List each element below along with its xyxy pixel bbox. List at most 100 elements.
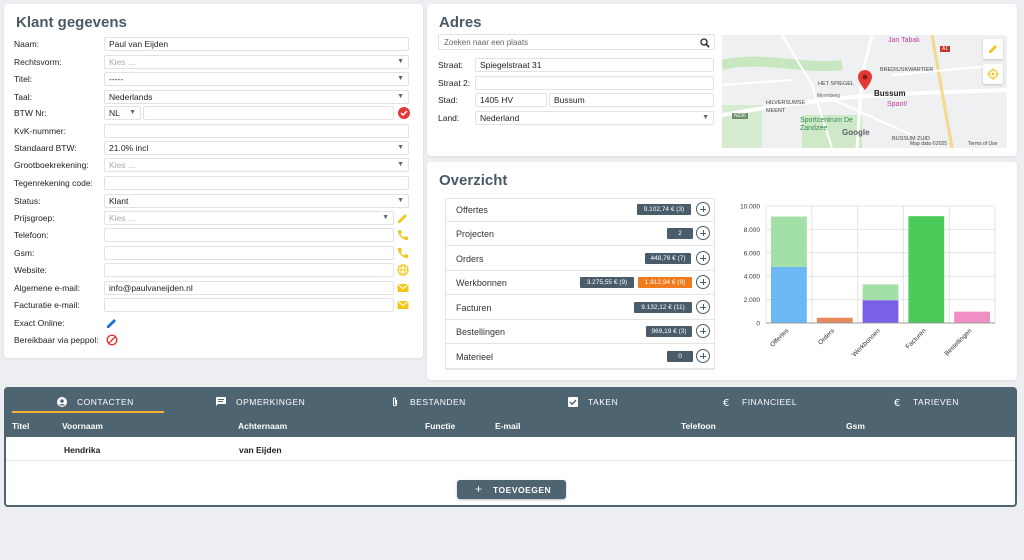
telefoon-label: Telefoon:: [14, 230, 49, 240]
land-select[interactable]: Nederland ▼: [475, 111, 714, 125]
add-circle-icon[interactable]: [696, 300, 710, 314]
naam-row: Naam: Paul van Eijden: [14, 37, 410, 51]
mail-icon[interactable]: [397, 299, 409, 311]
overzicht-row-materieel[interactable]: Materieel 0: [446, 345, 714, 369]
phone-icon[interactable]: [397, 247, 409, 259]
prijsgroep-row: Prijsgroep: Kies ... ▼: [14, 211, 410, 225]
peppol-row: Bereikbaar via peppol:: [14, 333, 410, 347]
map-pin-icon[interactable]: [858, 70, 872, 90]
place-search[interactable]: Zoeken naar een plaats: [438, 34, 715, 50]
titel-select[interactable]: ----- ▼: [104, 72, 409, 86]
chart-y-tick-label: 6.000: [744, 250, 761, 257]
tab-taken-label: TAKEN: [588, 397, 619, 407]
naam-field[interactable]: Paul van Eijden: [104, 37, 409, 51]
straat-field[interactable]: Spiegelstraat 31: [475, 58, 714, 72]
map-label-spant: Spant!: [887, 101, 908, 108]
gsm-field[interactable]: [104, 246, 394, 260]
land-row: Land: Nederland ▼: [438, 111, 715, 125]
add-circle-icon[interactable]: [696, 349, 710, 363]
tegenrekening-field[interactable]: [104, 176, 409, 190]
standaard-btw-row: Standaard BTW: 21.0% incl ▼: [14, 141, 410, 155]
straat2-label: Straat 2:: [438, 78, 471, 88]
overzicht-offertes-label: Offertes: [456, 205, 488, 215]
tab-tarieven[interactable]: € TARIEVEN: [893, 395, 1024, 413]
add-circle-icon[interactable]: [696, 202, 710, 216]
column-header-e-mail[interactable]: E-mail: [495, 421, 521, 431]
column-header-telefoon[interactable]: Telefoon: [681, 421, 716, 431]
overzicht-row-offertes[interactable]: Offertes 9.102,74 € (3): [446, 198, 714, 222]
overzicht-row-werkbonnen[interactable]: Werkbonnen 3.275,55 € (9) 1.912,94 € (9): [446, 271, 714, 295]
postcode-field[interactable]: 1405 HV: [475, 93, 547, 107]
overzicht-row-bestellingen[interactable]: Bestellingen 969,19 € (3): [446, 320, 714, 344]
phone-icon[interactable]: [397, 229, 409, 241]
add-circle-icon[interactable]: [696, 251, 710, 265]
add-contact-button[interactable]: + TOEVOEGEN: [457, 480, 566, 499]
map-label-meentweg: Meentweg: [817, 93, 841, 99]
taal-select[interactable]: Nederlands ▼: [104, 90, 409, 104]
map-edit-button[interactable]: [983, 39, 1003, 59]
add-contact-label: TOEVOEGEN: [493, 485, 552, 495]
stad-row: Stad: 1405 HV Bussum: [438, 93, 715, 107]
rechtsvorm-select[interactable]: Kies ... ▼: [104, 55, 409, 69]
straat2-field[interactable]: [475, 76, 714, 90]
overzicht-title: Overzicht: [439, 172, 508, 189]
overzicht-werkbonnen-badge: 3.275,55 € (9): [580, 277, 634, 288]
chart-x-tick-label: Bestellingen: [944, 327, 974, 357]
table-row[interactable]: Hendrika van Eijden: [6, 437, 1015, 461]
column-header-titel[interactable]: Titel: [12, 421, 29, 431]
map-locate-button[interactable]: [983, 64, 1003, 84]
stad-field[interactable]: Bussum: [549, 93, 714, 107]
tab-taken[interactable]: TAKEN: [568, 395, 708, 413]
standaard-btw-value: 21.0% incl: [109, 143, 149, 153]
telefoon-field[interactable]: [104, 228, 394, 242]
website-field[interactable]: [104, 263, 394, 277]
overzicht-row-orders[interactable]: Orders 448,76 € (7): [446, 247, 714, 271]
btw-number-field[interactable]: [143, 106, 394, 120]
standaard-btw-select[interactable]: 21.0% incl ▼: [104, 141, 409, 155]
chart-bar-offertes: [771, 266, 807, 323]
pencil-icon[interactable]: [106, 317, 118, 329]
website-label: Website:: [14, 265, 47, 275]
chevron-down-icon: ▼: [129, 109, 136, 116]
place-search-input[interactable]: Zoeken naar een plaats: [444, 38, 528, 47]
add-circle-icon[interactable]: [696, 275, 710, 289]
status-select[interactable]: Klant ▼: [104, 194, 409, 208]
overzicht-row-projecten[interactable]: Projecten 2: [446, 222, 714, 246]
titel-label: Titel:: [14, 74, 33, 84]
map-label-a1: A1: [940, 46, 951, 52]
algemene-email-field[interactable]: info@paulvaneijden.nl: [104, 281, 394, 295]
chart-y-tick-label: 0: [756, 321, 760, 328]
overzicht-bestellingen-badge: 969,19 € (3): [646, 326, 692, 337]
map[interactable]: Jan Tabak HET SPIEGEL BREDIUSKWARTIER Bu…: [722, 35, 1007, 148]
globe-icon[interactable]: [397, 264, 409, 276]
chevron-down-icon: ▼: [397, 58, 404, 65]
overzicht-row-facturen[interactable]: Facturen 9.132,12 € (11): [446, 296, 714, 320]
map-terms-link[interactable]: Terms of Use: [968, 141, 997, 147]
grootboekrekening-select[interactable]: Kies ... ▼: [104, 158, 409, 172]
kvk-field[interactable]: [104, 124, 409, 138]
column-header-voornaam[interactable]: Voornaam: [62, 421, 103, 431]
tab-bestanden[interactable]: BESTANDEN: [390, 395, 530, 413]
add-circle-icon[interactable]: [696, 226, 710, 240]
pencil-icon[interactable]: [397, 212, 409, 224]
add-circle-icon[interactable]: [696, 324, 710, 338]
mail-icon[interactable]: [397, 282, 409, 294]
prijsgroep-select[interactable]: Kies ... ▼: [104, 211, 394, 225]
overzicht-facturen-badge: 9.132,12 € (11): [634, 302, 692, 313]
overzicht-materieel-badge: 0: [667, 351, 693, 362]
chart-bar-orders: [816, 317, 853, 323]
contacts-table: Hendrika van Eijden + TOEVOEGEN: [4, 437, 1017, 507]
column-header-functie[interactable]: Functie: [425, 421, 455, 431]
grootboekrekening-row: Grootboekrekening: Kies ... ▼: [14, 158, 410, 172]
pencil-icon: [989, 45, 997, 53]
overzicht-werkbonnen-label: Werkbonnen: [456, 278, 507, 288]
btw-country-select[interactable]: NL ▼: [104, 106, 141, 120]
tab-financieel[interactable]: € FINANCIEEL: [722, 395, 862, 413]
column-header-gsm[interactable]: Gsm: [846, 421, 865, 431]
tab-opmerkingen[interactable]: OPMERKINGEN: [216, 395, 356, 413]
stad-label: Stad:: [438, 95, 458, 105]
column-header-achternaam[interactable]: Achternaam: [238, 421, 287, 431]
search-icon[interactable]: [700, 38, 710, 48]
facturatie-email-field[interactable]: [104, 298, 394, 312]
paperclip-icon: [393, 397, 397, 407]
